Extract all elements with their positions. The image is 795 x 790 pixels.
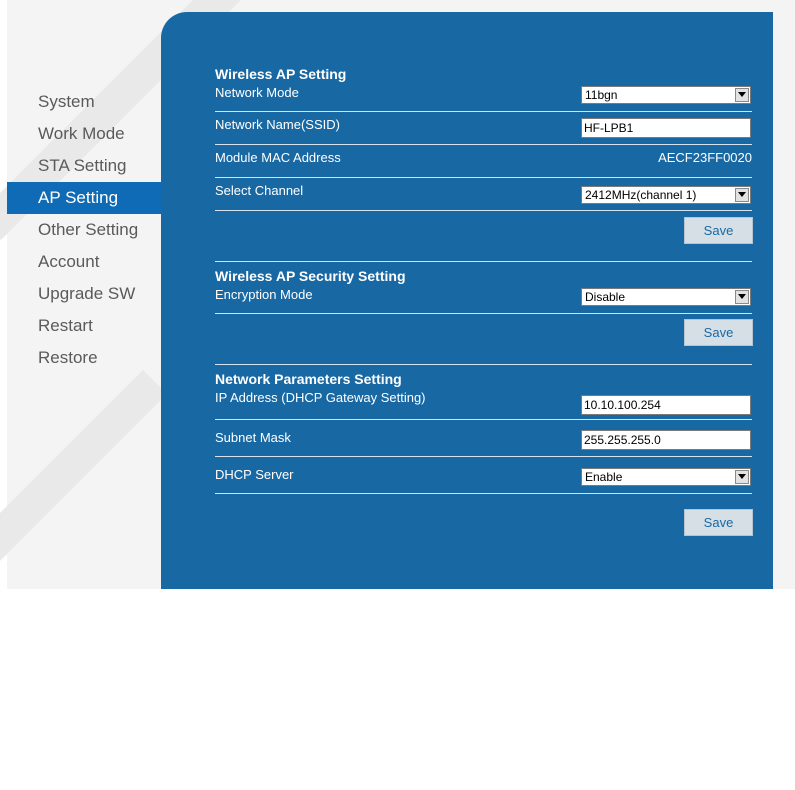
channel-label: Select Channel [215,183,304,198]
dhcp-label: DHCP Server [215,467,294,482]
ssid-row: Network Name(SSID) HF-LPB1 [215,112,752,145]
divider [215,364,752,365]
chevron-down-icon [735,88,749,102]
subnet-row: Subnet Mask 255.255.255.0 [215,420,752,457]
encryption-label: Encryption Mode [215,287,313,302]
encryption-row: Encryption Mode Disable [215,280,752,314]
sidebar-item-restart[interactable]: Restart [7,310,162,342]
sidebar-item-ap-setting[interactable]: AP Setting [7,182,162,214]
sidebar-item-other-setting[interactable]: Other Setting [7,214,162,246]
encryption-select[interactable]: Disable [581,288,751,306]
sidebar-item-upgrade-sw[interactable]: Upgrade SW [7,278,162,310]
chevron-down-icon [735,188,749,202]
save-button[interactable]: Save [684,319,753,346]
settings-panel: Wireless AP Setting Network Mode 11bgn N… [161,12,773,589]
subnet-label: Subnet Mask [215,430,291,445]
sidebar-item-sta-setting[interactable]: STA Setting [7,150,162,182]
sidebar-item-account[interactable]: Account [7,246,162,278]
chevron-down-icon [735,290,749,304]
sidebar-item-system[interactable]: System [7,86,162,118]
ip-row: IP Address (DHCP Gateway Setting) 10.10.… [215,383,752,420]
dhcp-select[interactable]: Enable [581,468,751,486]
channel-row: Select Channel 2412MHz(channel 1) [215,178,752,211]
divider [215,261,752,262]
network-mode-select[interactable]: 11bgn [581,86,751,104]
sidebar-item-restore[interactable]: Restore [7,342,162,374]
mac-row: Module MAC Address AECF23FF0020 [215,145,752,178]
mac-label: Module MAC Address [215,150,341,165]
ssid-input[interactable]: HF-LPB1 [581,118,751,138]
save-button[interactable]: Save [684,217,753,244]
sidebar-nav: System Work Mode STA Setting AP Setting … [7,86,162,374]
ssid-label: Network Name(SSID) [215,117,340,132]
mac-value: AECF23FF0020 [658,150,752,165]
save-button[interactable]: Save [684,509,753,536]
network-mode-row: Network Mode 11bgn [215,78,752,112]
ip-input[interactable]: 10.10.100.254 [581,395,751,415]
channel-select[interactable]: 2412MHz(channel 1) [581,186,751,204]
network-mode-label: Network Mode [215,85,299,100]
dhcp-row: DHCP Server Enable [215,457,752,494]
subnet-input[interactable]: 255.255.255.0 [581,430,751,450]
ip-label: IP Address (DHCP Gateway Setting) [215,390,426,405]
sidebar-item-work-mode[interactable]: Work Mode [7,118,162,150]
chevron-down-icon [735,470,749,484]
